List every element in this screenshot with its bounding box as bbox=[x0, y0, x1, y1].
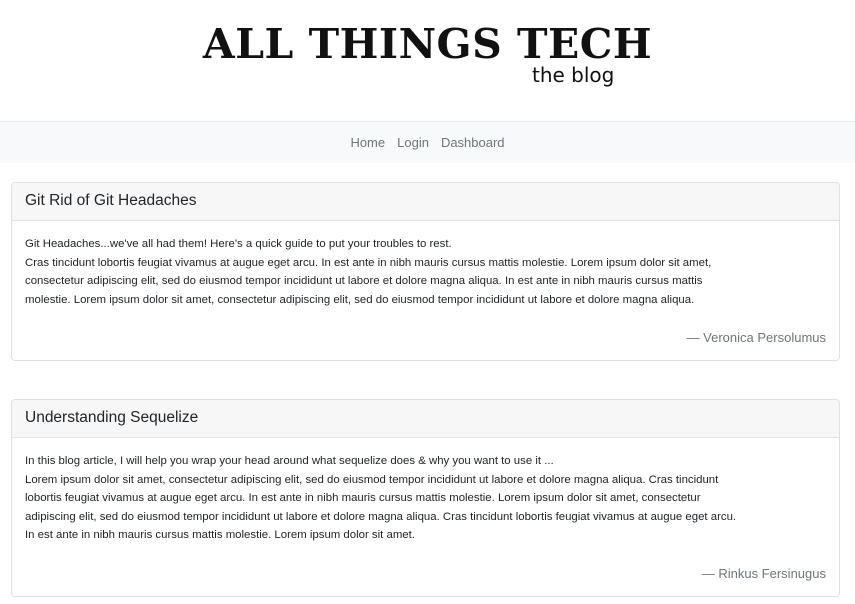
post-text-line: Git Headaches...we've all had them! Here… bbox=[25, 238, 452, 250]
nav-link-dashboard[interactable]: Dashboard bbox=[441, 135, 505, 150]
post-author: — Veronica Persolumus bbox=[686, 330, 826, 345]
post-body: In this blog article, I will help you wr… bbox=[12, 438, 839, 545]
post-author: — Rinkus Fersinugus bbox=[701, 566, 826, 581]
post-text-line: Cras tincidunt lobortis feugiat vivamus … bbox=[25, 256, 712, 269]
nav-link-home[interactable]: Home bbox=[350, 135, 385, 150]
post-text-line: lobortis feugiat vivamus at augue eget a… bbox=[25, 492, 701, 504]
post-text-line: molestie. Lorem ipsum dolor sit amet, co… bbox=[25, 293, 695, 306]
post-title[interactable]: Git Rid of Git Headaches bbox=[12, 183, 839, 221]
nav-link-login[interactable]: Login bbox=[397, 135, 429, 150]
site-subtitle: the blog bbox=[532, 63, 615, 87]
post-card[interactable]: Understanding Sequelize In this blog art… bbox=[11, 399, 840, 597]
post-text-line: Lorem ipsum dolor sit amet, consectetur … bbox=[25, 473, 719, 486]
post-title[interactable]: Understanding Sequelize bbox=[12, 400, 839, 438]
post-text-line: In est ante in nibh mauris cursus mattis… bbox=[25, 529, 415, 541]
post-text-line: consectetur adipiscing elit, sed do eius… bbox=[25, 275, 703, 287]
post-body: Git Headaches...we've all had them! Here… bbox=[12, 221, 839, 309]
post-card[interactable]: Git Rid of Git Headaches Git Headaches..… bbox=[11, 182, 840, 361]
post-text-line: In this blog article, I will help you wr… bbox=[25, 455, 554, 467]
main-navbar: Home Login Dashboard bbox=[0, 121, 855, 163]
site-title: ALL THINGS TECH bbox=[202, 20, 653, 68]
post-text-line: adipiscing elit, sed do eiusmod tempor i… bbox=[25, 510, 737, 523]
site-header: ALL THINGS TECH the blog bbox=[0, 0, 855, 121]
